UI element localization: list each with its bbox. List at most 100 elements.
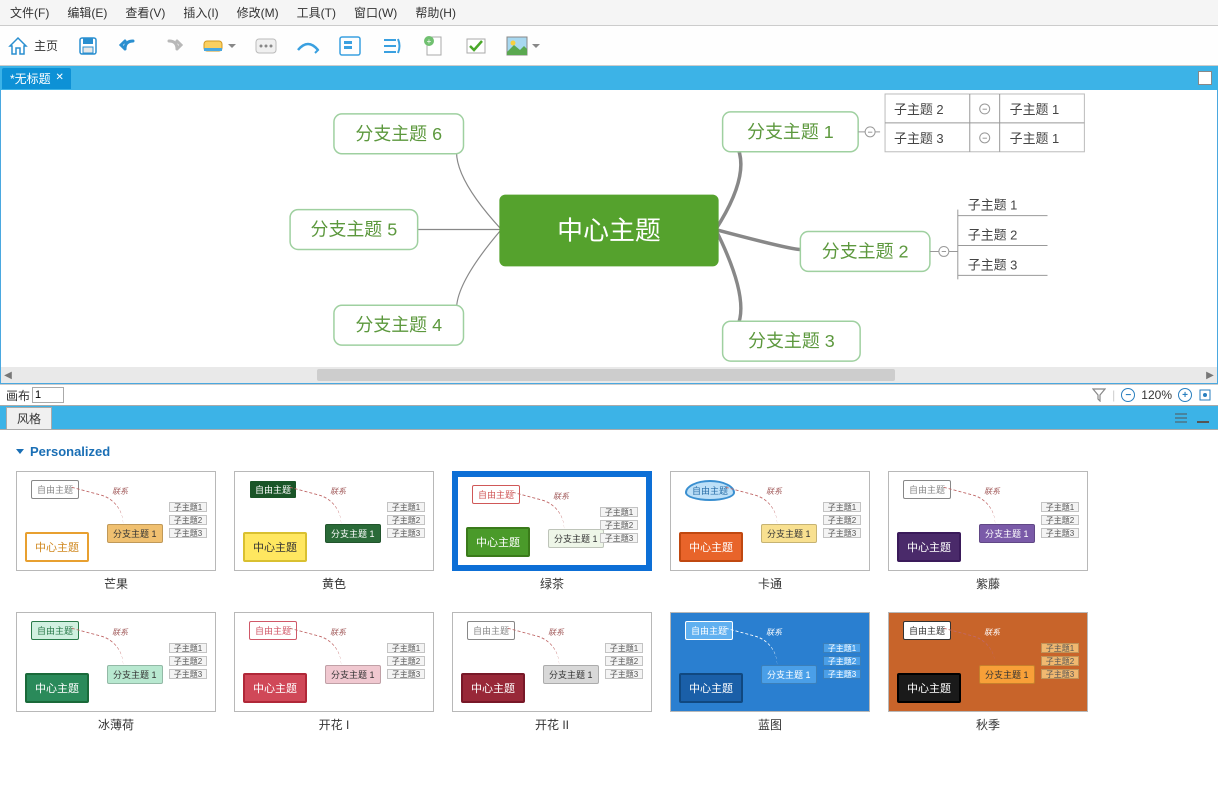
style-thumb-1[interactable]: 自由主题联系中心主题分支主题 1子主题1子主题2子主题3黄色	[234, 471, 434, 592]
subtopic[interactable]: 子主题 1	[968, 198, 1018, 213]
style-thumb-7[interactable]: 自由主题联系中心主题分支主题 1子主题1子主题2子主题3开花 II	[452, 612, 652, 733]
summary-icon	[382, 36, 402, 56]
menu-modify[interactable]: 修改(M)	[233, 2, 283, 23]
thumb-label: 绿茶	[540, 575, 564, 592]
svg-text:−: −	[982, 104, 987, 114]
add-icon: +	[423, 35, 445, 57]
filter-icon[interactable]	[1092, 388, 1106, 402]
style-thumbnail-grid: 自由主题联系中心主题分支主题 1子主题1子主题2子主题3芒果自由主题联系中心主题…	[16, 471, 1202, 733]
style-panel: Personalized 自由主题联系中心主题分支主题 1子主题1子主题2子主题…	[0, 430, 1218, 778]
relation-button[interactable]	[296, 34, 320, 58]
style-panel-header: 风格	[0, 406, 1218, 430]
tab-title: *无标题	[10, 72, 51, 86]
save-button[interactable]	[76, 34, 100, 58]
ellipsis-icon	[255, 38, 277, 54]
chevron-down-icon	[16, 449, 24, 454]
zoom-out-button[interactable]: −	[1121, 388, 1135, 402]
subtopic[interactable]: 子主题 1	[1010, 102, 1060, 117]
branch-6[interactable]: 分支主题 6	[355, 124, 442, 144]
close-icon[interactable]: ✕	[53, 71, 67, 85]
svg-text:−: −	[867, 127, 872, 137]
style-thumb-3[interactable]: 自由主题联系中心主题分支主题 1子主题1子主题2子主题3卡通	[670, 471, 870, 592]
canvas-label: 画布	[6, 387, 30, 404]
redo-icon	[161, 35, 183, 57]
thumb-label: 紫藤	[976, 575, 1000, 592]
undo-icon	[119, 35, 141, 57]
personalized-section[interactable]: Personalized	[16, 444, 1202, 459]
svg-text:−: −	[941, 246, 946, 256]
scroll-thumb[interactable]	[317, 369, 895, 381]
home-icon	[6, 34, 30, 58]
home-button[interactable]: 主页	[6, 34, 58, 58]
svg-text:+: +	[427, 37, 432, 46]
mindmap-canvas[interactable]: 中心主题 分支主题 6 分支主题 5 分支主题 4 分支主题 1 分支主题 2 …	[0, 90, 1218, 384]
style-thumb-8[interactable]: 自由主题联系中心主题分支主题 1子主题1子主题2子主题3蓝图	[670, 612, 870, 733]
document-tab[interactable]: *无标题 ✕	[2, 68, 71, 89]
menubar: 文件(F) 编辑(E) 查看(V) 插入(I) 修改(M) 工具(T) 窗口(W…	[0, 0, 1218, 26]
zoom-level: 120%	[1141, 388, 1172, 402]
subtopic[interactable]: 子主题 2	[894, 102, 944, 117]
summary-button[interactable]	[380, 34, 404, 58]
relation-icon	[296, 36, 320, 56]
style-thumb-0[interactable]: 自由主题联系中心主题分支主题 1子主题1子主题2子主题3芒果	[16, 471, 216, 592]
style-thumb-6[interactable]: 自由主题联系中心主题分支主题 1子主题1子主题2子主题3开花 I	[234, 612, 434, 733]
image-dropdown[interactable]	[506, 36, 540, 56]
style-thumb-2[interactable]: 自由主题联系中心主题分支主题 1子主题1子主题2子主题3绿茶	[452, 471, 652, 592]
menu-window[interactable]: 窗口(W)	[350, 2, 401, 23]
list-icon[interactable]	[1174, 411, 1188, 425]
thumb-label: 卡通	[758, 575, 782, 592]
zoom-in-button[interactable]: +	[1178, 388, 1192, 402]
thumb-label: 芒果	[104, 575, 128, 592]
subtopic[interactable]: 子主题 2	[968, 227, 1018, 242]
scroll-right-icon[interactable]: ▶	[1203, 368, 1217, 382]
menu-edit[interactable]: 编辑(E)	[63, 2, 111, 23]
subtopic[interactable]: 子主题 1	[1010, 131, 1060, 146]
caret-icon	[532, 44, 540, 48]
style-thumb-9[interactable]: 自由主题联系中心主题分支主题 1子主题1子主题2子主题3秋季	[888, 612, 1088, 733]
toolbar: 主页 +	[0, 26, 1218, 66]
add-button[interactable]: +	[422, 34, 446, 58]
thumb-label: 开花 I	[319, 716, 350, 733]
thumb-label: 开花 II	[535, 716, 569, 733]
subtopic[interactable]: 子主题 3	[894, 131, 944, 146]
home-label: 主页	[34, 37, 58, 54]
branch-5[interactable]: 分支主题 5	[311, 220, 398, 240]
thumb-label: 冰薄荷	[98, 716, 134, 733]
boundary-icon	[339, 36, 361, 56]
thumb-label: 蓝图	[758, 716, 782, 733]
save-icon	[77, 35, 99, 57]
style-tab[interactable]: 风格	[6, 407, 52, 429]
menu-file[interactable]: 文件(F)	[6, 2, 53, 23]
menu-insert[interactable]: 插入(I)	[179, 2, 222, 23]
check-icon	[465, 35, 487, 57]
branch-2[interactable]: 分支主题 2	[822, 241, 909, 261]
undo-button[interactable]	[118, 34, 142, 58]
boundary-button[interactable]	[338, 34, 362, 58]
canvas-number-input[interactable]	[32, 387, 64, 403]
menu-view[interactable]: 查看(V)	[121, 2, 169, 23]
menu-tools[interactable]: 工具(T)	[293, 2, 340, 23]
branch-4[interactable]: 分支主题 4	[355, 315, 442, 335]
image-icon	[506, 36, 528, 56]
redo-button[interactable]	[160, 34, 184, 58]
subtopic[interactable]: 子主题 3	[968, 257, 1018, 272]
branch-3[interactable]: 分支主题 3	[748, 331, 835, 351]
horizontal-scrollbar[interactable]: ◀ ▶	[1, 367, 1217, 383]
thumb-label: 秋季	[976, 716, 1000, 733]
style-thumb-5[interactable]: 自由主题联系中心主题分支主题 1子主题1子主题2子主题3冰薄荷	[16, 612, 216, 733]
thumb-label: 黄色	[322, 575, 346, 592]
maximize-icon[interactable]	[1198, 71, 1212, 85]
center-topic[interactable]: 中心主题	[557, 216, 661, 245]
more-button[interactable]	[254, 34, 278, 58]
menu-help[interactable]: 帮助(H)	[411, 2, 460, 23]
branch-1[interactable]: 分支主题 1	[747, 122, 834, 142]
scroll-left-icon[interactable]: ◀	[1, 368, 15, 382]
shape-dropdown[interactable]	[202, 35, 236, 57]
status-bar: 画布 | − 120% +	[0, 384, 1218, 406]
style-thumb-4[interactable]: 自由主题联系中心主题分支主题 1子主题1子主题2子主题3紫藤	[888, 471, 1088, 592]
fit-icon[interactable]	[1198, 388, 1212, 402]
svg-text:−: −	[982, 133, 987, 143]
mindmap-svg: 中心主题 分支主题 6 分支主题 5 分支主题 4 分支主题 1 分支主题 2 …	[1, 90, 1217, 383]
minimize-icon[interactable]	[1196, 411, 1210, 425]
check-button[interactable]	[464, 34, 488, 58]
